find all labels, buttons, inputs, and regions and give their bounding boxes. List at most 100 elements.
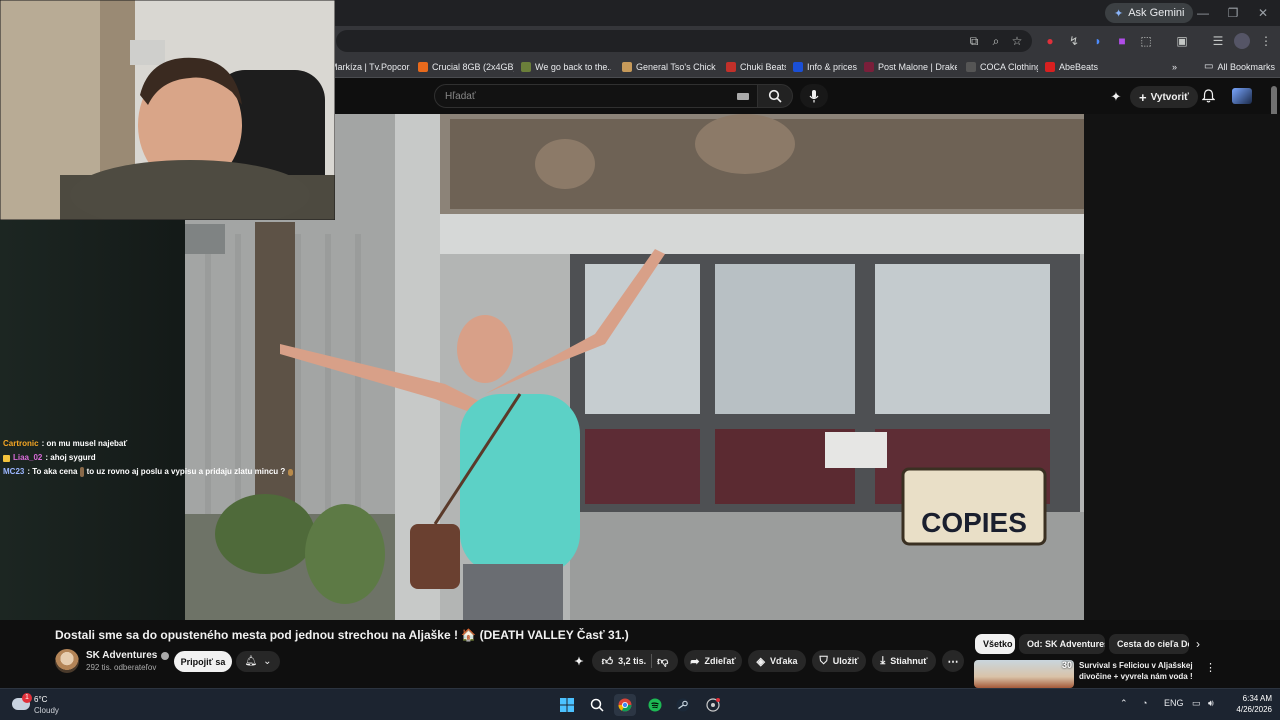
search-icon — [768, 89, 782, 103]
bookmark-label: Chuki Beats — [740, 62, 786, 72]
bookmark-item[interactable]: General Tso's Chick... — [622, 59, 716, 75]
bookmark-label: Crucial 8GB (2x4GB)... — [432, 62, 514, 72]
bookmark-item[interactable]: Chuki Beats — [726, 59, 786, 75]
install-app-icon[interactable]: ⧉ — [966, 33, 982, 49]
bookmark-label: General Tso's Chick... — [636, 62, 716, 72]
restore-icon[interactable]: ❐ — [1218, 4, 1248, 22]
steam-icon[interactable] — [672, 694, 694, 716]
notifications-bell-icon[interactable] — [1200, 89, 1216, 105]
save-bookmark-icon: ⛉ — [819, 654, 828, 667]
bookmark-favicon-icon — [521, 62, 531, 72]
weather-widget[interactable]: 1 6°C Cloudy — [12, 693, 92, 717]
tray-overflow-chevron-icon[interactable]: ⌃ — [1120, 698, 1128, 709]
player-pillarbox — [1084, 114, 1280, 620]
start-windows-icon[interactable] — [556, 694, 578, 716]
bookmark-favicon-icon — [793, 62, 803, 72]
chip-related-topic[interactable]: Cesta do cieľa Do — [1109, 634, 1189, 654]
voice-search-button[interactable] — [800, 84, 828, 108]
account-avatar[interactable] — [1232, 88, 1252, 104]
weather-badge: 1 — [22, 693, 32, 703]
gemini-sparkle-icon: ✦ — [1114, 7, 1124, 20]
ask-gemini-button[interactable]: ✦ Ask Gemini — [1105, 3, 1194, 23]
copies-sign-text: COPIES — [921, 507, 1027, 538]
bookmark-favicon-icon — [418, 62, 428, 72]
bookmark-favicon-icon — [1045, 62, 1055, 72]
video-title: Dostali sme sa do opusteného mesta pod j… — [55, 628, 629, 642]
more-bookmarks-chevron-icon[interactable]: » — [1172, 59, 1184, 75]
join-button[interactable]: Pripojiť sa — [174, 651, 232, 672]
sparkle-icon[interactable]: ✦ — [1108, 89, 1124, 105]
save-button[interactable]: ⛉ Uložiť — [812, 650, 866, 672]
chrome-icon[interactable] — [614, 694, 636, 716]
chat-message: MC23 : To aka cena to uz rovno aj poslu … — [3, 465, 293, 479]
language-indicator[interactable]: ENG — [1164, 698, 1184, 708]
share-button[interactable]: ➦ Zdieľať — [684, 650, 742, 672]
extension-icon[interactable]: ● — [1042, 33, 1058, 49]
create-button[interactable]: + Vytvoriť — [1130, 86, 1198, 108]
profile-avatar-icon[interactable] — [1234, 33, 1250, 49]
extension-icon[interactable]: ◗ — [1090, 33, 1106, 49]
chat-badge-icon — [3, 454, 10, 462]
ask-gemini-label: Ask Gemini — [1128, 7, 1185, 19]
extension-icon[interactable]: ↯ — [1066, 33, 1082, 49]
zoom-icon[interactable]: ⌕ — [988, 33, 1004, 49]
clock[interactable]: 6:34 AM 4/26/2026 — [1222, 693, 1272, 715]
streaming-app-icon[interactable] — [702, 694, 724, 716]
like-icon[interactable]: 👍︎ — [602, 655, 614, 668]
like-count[interactable]: 3,2 tis. — [618, 656, 646, 666]
channel-avatar[interactable] — [55, 649, 79, 673]
weather-temperature: 6°C — [34, 695, 48, 704]
related-video-thumbnail[interactable]: 30 — [974, 660, 1074, 688]
bookmark-item[interactable]: We go back to the... — [521, 59, 611, 75]
chat-text: to uz rovno aj poslu a vypisu a pridaju … — [86, 467, 286, 476]
reading-list-icon[interactable]: ☰ — [1210, 33, 1226, 49]
bookmark-item[interactable]: AbeBeats — [1045, 59, 1101, 75]
chat-message: Liaa_02 : ahoj sygurd — [3, 451, 293, 465]
search-button[interactable] — [757, 84, 793, 108]
bookmark-star-icon[interactable]: ☆ — [1009, 33, 1025, 49]
like-dislike-group: 👍︎ 3,2 tis. 👎︎ — [592, 650, 678, 672]
chips-next-chevron-icon[interactable]: › — [1196, 637, 1200, 651]
channel-name-link[interactable]: SK Adventures — [86, 650, 170, 661]
share-label: Zdieľať — [704, 656, 736, 666]
bookmark-item[interactable]: Crucial 8GB (2x4GB)... — [418, 59, 514, 75]
volume-icon[interactable]: 🔊︎ — [1208, 698, 1214, 709]
menu-kebab-icon[interactable]: ⋮ — [1258, 33, 1274, 49]
search-icon[interactable] — [586, 694, 608, 716]
keyboard-icon[interactable] — [737, 93, 749, 100]
extension-icon[interactable]: ■ — [1114, 33, 1130, 49]
tab-search-icon[interactable]: ▣ — [1174, 33, 1190, 49]
chat-message: Cartronic : on mu musel najebať — [3, 437, 293, 451]
thanks-button[interactable]: ◈ Vďaka — [748, 650, 806, 672]
tray-app-icon[interactable]: ◔ — [1142, 698, 1147, 708]
download-button[interactable]: ⤓ Stiahnuť — [872, 650, 936, 672]
chip-all[interactable]: Všetko — [975, 634, 1015, 654]
close-icon[interactable]: ✕ — [1248, 4, 1278, 22]
all-bookmarks-button[interactable]: ▭ All Bookmarks — [1204, 59, 1276, 75]
clock-date: 4/26/2026 — [1236, 705, 1272, 714]
weather-description: Cloudy — [34, 706, 59, 715]
subscription-bell-button[interactable]: 🔔︎ ⌄ — [236, 651, 280, 672]
bookmark-item[interactable]: COCA Clothing — [966, 59, 1038, 75]
network-icon[interactable]: ▭ — [1192, 698, 1201, 709]
bookmark-item[interactable]: Info & prices — [793, 59, 857, 75]
more-actions-button[interactable]: ⋯ — [942, 650, 964, 672]
dislike-icon[interactable]: 👎︎ — [657, 655, 668, 668]
address-bar[interactable] — [336, 30, 1032, 52]
extensions-puzzle-icon[interactable]: ⬚ — [1138, 33, 1154, 49]
minimize-icon[interactable]: — — [1188, 4, 1218, 22]
thanks-icon: ◈ — [756, 655, 765, 668]
bookmark-item[interactable]: Markíza | Tv.Popcor... — [330, 59, 410, 75]
more-horizontal-icon: ⋯ — [947, 655, 959, 668]
spotify-icon[interactable] — [644, 694, 666, 716]
microphone-icon — [809, 90, 819, 103]
bookmark-item[interactable]: Post Malone | Drake... — [864, 59, 957, 75]
related-more-icon[interactable]: ⋮ — [1205, 661, 1216, 674]
bookmark-favicon-icon — [864, 62, 874, 72]
chevron-down-icon: ⌄ — [263, 656, 272, 667]
chip-from-channel[interactable]: Od: SK Adventures — [1019, 634, 1105, 654]
sparkle-button[interactable]: ✦ — [568, 650, 590, 672]
bookmark-label: Post Malone | Drake... — [878, 62, 957, 72]
search-input[interactable] — [445, 85, 725, 107]
download-label: Stiahnuť — [890, 656, 928, 666]
